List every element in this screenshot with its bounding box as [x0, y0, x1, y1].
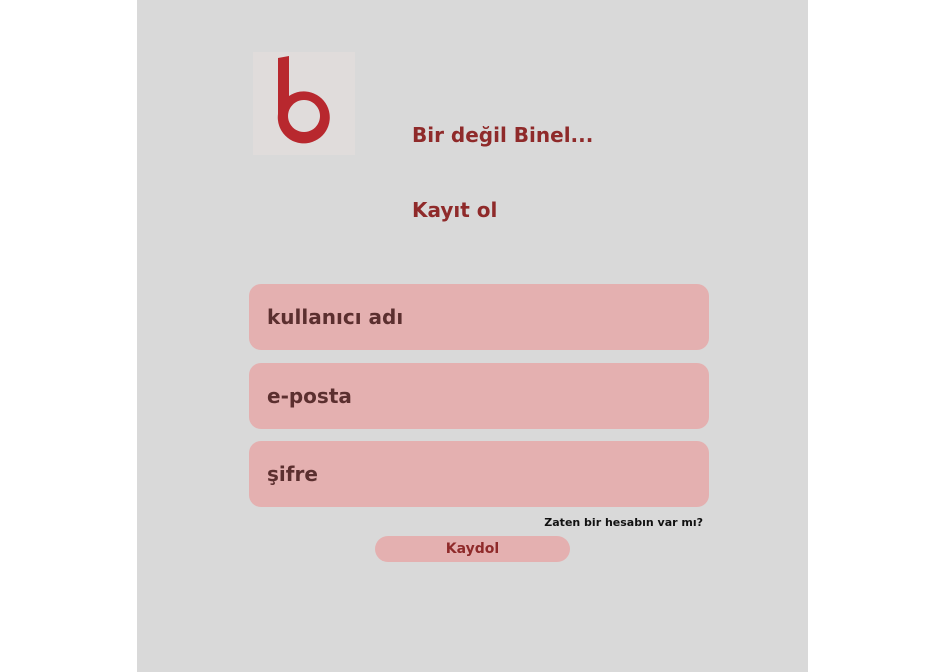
login-link[interactable]: Zaten bir hesabın var mı? [544, 516, 703, 529]
letter-b-logo-icon [277, 56, 330, 144]
brand-tagline: Bir değil Binel... [412, 123, 594, 147]
page-title: Kayıt ol [412, 198, 498, 222]
username-field[interactable] [249, 284, 709, 350]
password-field[interactable] [249, 441, 709, 507]
email-field[interactable] [249, 363, 709, 429]
signup-button[interactable]: Kaydol [375, 536, 570, 562]
brand-logo [253, 52, 355, 155]
